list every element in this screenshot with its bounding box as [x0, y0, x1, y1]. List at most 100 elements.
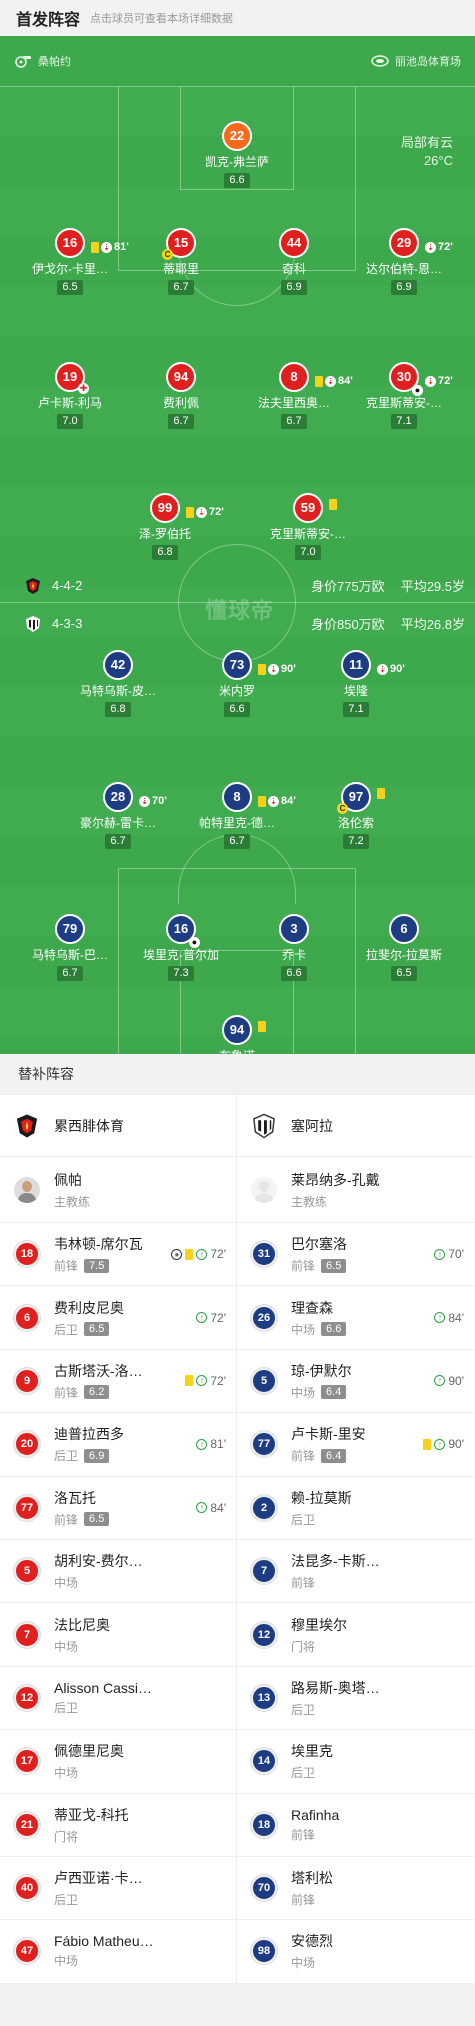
shirt-number: 42 [103, 650, 133, 680]
away-sub-row[interactable]: 77 卢卡斯-里安 前锋 6.4 ↑ 90' [237, 1413, 474, 1477]
away-sub-row[interactable]: 12 穆里埃尔 门将 [237, 1603, 474, 1667]
away-player[interactable]: 8 ⇣ 84' 帕特里克-德… 6.7 [177, 782, 297, 849]
home-player[interactable]: 8 ⇣ 84' 法夫里西奥… 6.7 [234, 362, 354, 429]
sub-name: 卢西亚诺·卡… [54, 1870, 143, 1887]
away-player[interactable]: 3 乔卡 6.6 [234, 914, 354, 981]
away-player[interactable]: 97 C 洛伦索 7.2 [296, 782, 416, 849]
away-sub-row[interactable]: 70 塔利松 前锋 [237, 1857, 474, 1921]
away-player[interactable]: 28 ⇣ 70' 豪尔赫-雷卡… 6.7 [58, 782, 178, 849]
home-player[interactable]: 19 ✚ 卢卡斯-利马 7.0 [10, 362, 130, 429]
away-sub-row[interactable]: 98 安德烈 中场 [237, 1920, 474, 1984]
shirt-number: 97 C [337, 782, 385, 814]
home-sub-row[interactable]: 12 Alisson Cassi… 后卫 [0, 1667, 236, 1731]
sub-position: 后卫 [54, 1322, 79, 1337]
sub-position-line: 中场 [54, 1952, 226, 1969]
yellow-card-icon [315, 375, 323, 387]
away-player[interactable]: 94布鲁诺6.3 [177, 1015, 297, 1054]
home-sub-row[interactable]: 21 蒂亚戈-科托 门将 [0, 1794, 236, 1857]
shirt-number: 18 [14, 1241, 40, 1268]
sub-name: Fábio Matheu… [54, 1933, 154, 1950]
sub-events: ↑ 84' [196, 1501, 226, 1515]
home-sub-row[interactable]: 5 胡利安-费尔… 中场 [0, 1540, 236, 1604]
shirt-number: 5 [14, 1558, 40, 1585]
home-sub-row[interactable]: 20 迪普拉西多 后卫 6.9 ↑ 81' [0, 1413, 236, 1477]
sub-rating: 6.4 [321, 1448, 347, 1463]
shirt-number: 2 [251, 1494, 277, 1521]
home-player[interactable]: 99 ⇣ 72' 泽-罗伯托 6.8 [105, 493, 225, 560]
player-name: 克里斯蒂安-… [270, 527, 346, 541]
event-minute: 90' [390, 663, 405, 675]
sub-position-line: 门将 [54, 1828, 226, 1845]
home-sub-row[interactable]: 6 费利皮尼奥 后卫 6.5 ↑ 72' [0, 1286, 236, 1350]
player-events: ⇣ 90' [258, 656, 296, 682]
sub-position-line: 前锋 [291, 1574, 464, 1591]
home-subs-team[interactable]: 累西腓体育 [0, 1095, 236, 1157]
sub-name: Rafinha [291, 1806, 340, 1823]
home-player[interactable]: 30 ● ⇣ 72' 克里斯蒂安-… 7.1 [344, 362, 464, 429]
substitution-out-icon: ⇣ [425, 241, 436, 253]
shirt-number: 29 ⇣ 72' [389, 228, 453, 258]
home-sub-row[interactable]: 7 法比尼奥 中场 [0, 1603, 236, 1667]
player-rating: 7.0 [295, 545, 321, 560]
away-player[interactable]: 16 ● 埃里克-普尔加 7.3 [121, 914, 241, 981]
home-sub-row[interactable]: 18 韦林顿-席尔瓦 前锋 7.5 ● ↑ 72' [0, 1223, 236, 1287]
away-player[interactable]: 73 ⇣ 90' 米内罗 6.6 [177, 650, 297, 717]
shirt-number: 8 ⇣ 84' [279, 362, 353, 392]
away-player[interactable]: 42 马特乌斯-皮… 6.8 [58, 650, 178, 717]
away-coach[interactable]: 莱昂纳多-孔戴 主教练 [237, 1157, 474, 1223]
home-sub-row[interactable]: 47 Fábio Matheu… 中场 [0, 1920, 236, 1984]
home-sub-row[interactable]: 17 佩德里尼奥 中场 [0, 1730, 236, 1794]
home-coach-name: 佩帕 [54, 1171, 82, 1188]
player-rating: 6.5 [391, 966, 417, 981]
home-coach[interactable]: 佩帕 主教练 [0, 1157, 236, 1223]
home-sub-row[interactable]: 77 洛瓦托 前锋 6.5 ↑ 84' [0, 1477, 236, 1540]
subs-title: 替补阵容 [0, 1054, 475, 1094]
home-player[interactable]: 44 奇科 6.9 [234, 228, 354, 295]
sub-name: 古斯塔沃-洛… [54, 1362, 143, 1379]
referee-name: 桑帕约 [38, 56, 71, 68]
sub-name: 洛瓦托 [54, 1489, 96, 1506]
away-sub-row[interactable]: 2 赖-拉莫斯 后卫 [237, 1477, 474, 1540]
yellow-card-icon [258, 795, 266, 807]
sub-position-line: 后卫 [291, 1511, 464, 1528]
shirt-number: 13 [251, 1684, 277, 1711]
away-coach-name: 莱昂纳多-孔戴 [291, 1171, 380, 1188]
home-formation: 4-4-2 [52, 578, 83, 593]
away-sub-row[interactable]: 26 理查森 中场 6.6 ↑ 84' [237, 1286, 474, 1350]
away-sub-row[interactable]: 5 琼-伊默尔 中场 6.4 ↑ 90' [237, 1350, 474, 1414]
home-sub-row[interactable]: 40 卢西亚诺·卡… 后卫 [0, 1857, 236, 1921]
sub-name: 塔利松 [291, 1870, 333, 1887]
sub-position-line: 后卫 [54, 1699, 226, 1716]
away-player[interactable]: 6 拉斐尔-拉莫斯 6.5 [344, 914, 464, 981]
sub-position-line: 中场 [54, 1638, 226, 1655]
home-sub-row[interactable]: 9 古斯塔沃-洛… 前锋 6.2 ↑ 72' [0, 1350, 236, 1414]
sub-info: Alisson Cassi… 后卫 [54, 1680, 226, 1716]
home-player[interactable]: 15 C 蒂耶里 6.7 [121, 228, 241, 295]
player-name: 马特乌斯-巴… [32, 948, 108, 962]
home-team-summary: 4-4-2 身价775万欧 平均29.5岁 [24, 576, 465, 595]
home-player[interactable]: 16 ⇣ 81' 伊戈尔-卡里… 6.5 [10, 228, 130, 295]
away-player[interactable]: 79 马特乌斯-巴… 6.7 [10, 914, 130, 981]
away-subs-team[interactable]: 塞阿拉 [237, 1095, 474, 1157]
sub-position-line: 后卫 [291, 1701, 464, 1718]
away-sub-row[interactable]: 18 Rafinha 前锋 [237, 1794, 474, 1857]
sub-position-line: 中场 [54, 1574, 226, 1591]
sub-minute: 72' [210, 1247, 226, 1262]
away-sub-row[interactable]: 13 路易斯-奥塔… 后卫 [237, 1667, 474, 1731]
away-sub-row[interactable]: 31 巴尔塞洛 前锋 6.5 ↑ 70' [237, 1223, 474, 1287]
away-sub-row[interactable]: 7 法昆多-卡斯… 前锋 [237, 1540, 474, 1604]
sub-info: 卢卡斯-里安 前锋 6.4 [291, 1424, 423, 1464]
home-player[interactable]: 22 凯克-弗兰萨 6.6 [177, 121, 297, 188]
sub-position: 前锋 [291, 1827, 316, 1842]
away-player[interactable]: 11 ⇣ 90' 埃隆 7.1 [296, 650, 416, 717]
away-sub-row[interactable]: 14 埃里克 后卫 [237, 1730, 474, 1794]
home-player[interactable]: 94 费利佩 6.7 [121, 362, 241, 429]
home-player[interactable]: 59 克里斯蒂安-… 7.0 [248, 493, 368, 560]
yellow-card-icon [258, 663, 266, 675]
sub-position: 中场 [54, 1576, 79, 1591]
sub-position-line: 前锋 6.5 [291, 1257, 434, 1274]
home-player[interactable]: 29 ⇣ 72' 达尔伯特-恩… 6.9 [344, 228, 464, 295]
sub-name: 蒂亚戈-科托 [54, 1806, 129, 1823]
yellow-card-icon [186, 506, 194, 518]
sub-events: ↑ 90' [423, 1437, 464, 1451]
